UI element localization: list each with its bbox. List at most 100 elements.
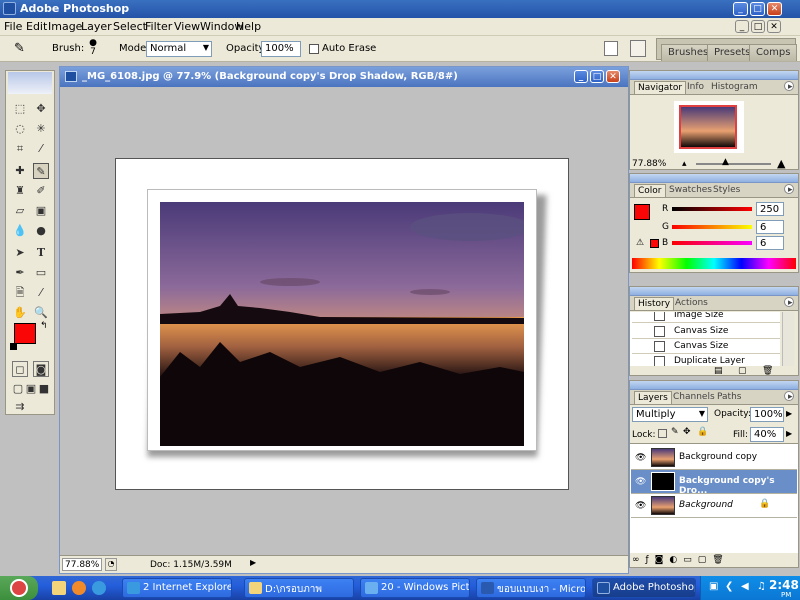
history-item[interactable]: Duplicate Layer — [632, 354, 780, 366]
taskbar-item-ie[interactable]: 2 Internet Explorer — [122, 578, 232, 598]
zoom-field[interactable]: 77.88% — [62, 558, 102, 571]
menu-select[interactable]: Select — [113, 20, 147, 33]
gamut-color-swatch[interactable] — [650, 239, 659, 248]
tab-styles[interactable]: Styles — [710, 184, 743, 196]
opacity-field[interactable]: 100% — [261, 41, 301, 57]
tab-histogram[interactable]: Histogram — [708, 81, 761, 93]
volume-icon[interactable]: ◀ — [741, 581, 749, 592]
minimize-button[interactable]: _ — [733, 2, 748, 16]
screen-mode-full-icon[interactable]: ■ — [36, 381, 52, 397]
group-icon[interactable]: ▭ — [683, 555, 698, 565]
default-colors-icon[interactable] — [10, 343, 17, 350]
tab-actions[interactable]: Actions — [672, 297, 711, 309]
lock-paint-icon[interactable]: ✎ — [671, 427, 679, 437]
b-slider[interactable] — [672, 241, 752, 245]
layer-row[interactable]: 👁 Background 🔒 — [631, 494, 797, 518]
adjustment-icon[interactable]: ◐ — [669, 555, 683, 565]
doc-close-button[interactable]: ✕ — [767, 20, 781, 33]
new-snapshot-icon[interactable]: ▢ — [738, 366, 747, 376]
image-canvas[interactable] — [115, 158, 569, 490]
move-tool-icon[interactable]: ✥ — [33, 101, 49, 117]
zoom-out-icon[interactable]: ▴ — [682, 159, 687, 169]
visibility-eye-icon[interactable]: 👁 — [635, 477, 646, 487]
standard-mode-icon[interactable]: ◻ — [12, 361, 28, 377]
tab-history[interactable]: History — [634, 297, 675, 310]
visibility-eye-icon[interactable]: 👁 — [635, 501, 646, 511]
menu-edit[interactable]: Edit — [26, 20, 47, 33]
mask-icon[interactable]: ◙ — [655, 555, 670, 565]
eyedropper-tool-icon[interactable]: ⁄ — [33, 285, 49, 301]
dodge-tool-icon[interactable]: ● — [33, 223, 49, 239]
swap-colors-icon[interactable]: ↰ — [40, 321, 48, 331]
doc-window-close-button[interactable]: ✕ — [606, 70, 620, 83]
doc-window-maximize-button[interactable]: □ — [590, 70, 604, 83]
history-item[interactable]: Image Size — [632, 312, 780, 323]
navigator-zoom[interactable]: 77.88% — [632, 159, 666, 169]
menu-file[interactable]: File — [4, 20, 22, 33]
g-slider[interactable] — [672, 225, 752, 229]
layer-opacity-field[interactable]: 100% — [750, 407, 784, 422]
status-menu-arrow-icon[interactable]: ▶ — [250, 558, 260, 571]
slice-tool-icon[interactable]: ⁄ — [33, 141, 49, 157]
palette-tab-comps[interactable]: Comps — [749, 44, 798, 61]
navigator-thumbnail[interactable] — [674, 101, 744, 153]
zoom-tool-icon[interactable]: 🔍 — [33, 305, 49, 321]
quicklaunch-icon[interactable] — [52, 581, 66, 595]
pen-tool-icon[interactable]: ✒ — [12, 265, 28, 281]
menu-filter[interactable]: Filter — [145, 20, 172, 33]
jump-to-imageready-icon[interactable]: ⇉ — [12, 399, 28, 415]
color-foreground-swatch[interactable] — [634, 204, 650, 220]
tab-color[interactable]: Color — [634, 184, 666, 197]
zoom-slider[interactable] — [696, 163, 771, 165]
tray-chevron-icon[interactable]: ❮ — [725, 581, 733, 592]
menu-view[interactable]: View — [174, 20, 200, 33]
visibility-eye-icon[interactable]: 👁 — [635, 453, 646, 463]
doc-minimize-button[interactable]: _ — [735, 20, 749, 33]
tab-info[interactable]: Info — [684, 81, 707, 93]
history-item[interactable]: Canvas Size — [632, 324, 780, 339]
quick-mask-mode-icon[interactable]: ◙ — [33, 361, 49, 377]
g-field[interactable]: 6 — [756, 220, 784, 234]
foreground-color-swatch[interactable] — [14, 323, 36, 344]
panel-menu-icon[interactable]: ▸ — [784, 81, 794, 92]
network-icon[interactable]: ▣ — [709, 581, 718, 592]
lock-move-icon[interactable]: ✥ — [683, 427, 691, 437]
panel-menu-icon[interactable]: ▸ — [784, 391, 794, 402]
taskbar-item-word[interactable]: ขอบแบบเงา - Micros... — [476, 578, 586, 598]
lasso-tool-icon[interactable]: ◌ — [12, 121, 28, 137]
auto-erase-checkbox[interactable] — [309, 44, 319, 54]
fill-arrow-icon[interactable]: ▶ — [786, 429, 792, 438]
blur-tool-icon[interactable]: 💧 — [12, 223, 28, 239]
menu-help[interactable]: Help — [236, 20, 261, 33]
zoom-in-icon[interactable]: ▲ — [777, 157, 785, 170]
layer-style-icon[interactable]: ƒ — [646, 555, 655, 565]
mode-select[interactable]: Normal ▼ — [146, 41, 212, 57]
history-scrollbar[interactable] — [782, 312, 794, 366]
brush-tool-icon[interactable]: ✎ — [33, 163, 49, 179]
r-field[interactable]: 250 — [756, 202, 784, 216]
taskbar-item-picture-viewer[interactable]: 20 - Windows Pictur... — [360, 578, 470, 598]
layer-row-selected[interactable]: 👁 Background copy's Dro... — [631, 470, 797, 496]
r-slider[interactable] — [672, 207, 752, 211]
new-document-from-state-icon[interactable]: ▤ — [714, 366, 723, 376]
path-selection-tool-icon[interactable]: ➤ — [12, 245, 28, 261]
brush-tool-icon[interactable]: ✎ — [14, 41, 30, 57]
tab-paths[interactable]: Paths — [714, 391, 744, 403]
brush-preset-picker[interactable]: ● 7 — [86, 39, 100, 57]
tray-app-icon[interactable]: ♫ — [757, 581, 766, 592]
magic-wand-tool-icon[interactable]: ✳ — [33, 121, 49, 137]
tab-channels[interactable]: Channels — [670, 391, 718, 403]
tab-swatches[interactable]: Swatches — [666, 184, 715, 196]
tab-navigator[interactable]: Navigator — [634, 81, 687, 94]
panel-menu-icon[interactable]: ▸ — [784, 297, 794, 308]
lock-transparency-icon[interactable] — [658, 429, 667, 438]
file-browser-icon[interactable] — [604, 41, 618, 56]
document-canvas-area[interactable] — [60, 87, 628, 555]
new-layer-icon[interactable]: ▢ — [698, 555, 713, 565]
crop-tool-icon[interactable]: ⌗ — [12, 141, 28, 157]
quicklaunch-firefox-icon[interactable] — [72, 581, 86, 595]
doc-restore-button[interactable]: □ — [751, 20, 765, 33]
clone-stamp-tool-icon[interactable]: ♜ — [12, 183, 28, 199]
fill-field[interactable]: 40% — [750, 427, 784, 442]
gradient-tool-icon[interactable]: ▣ — [33, 203, 49, 219]
